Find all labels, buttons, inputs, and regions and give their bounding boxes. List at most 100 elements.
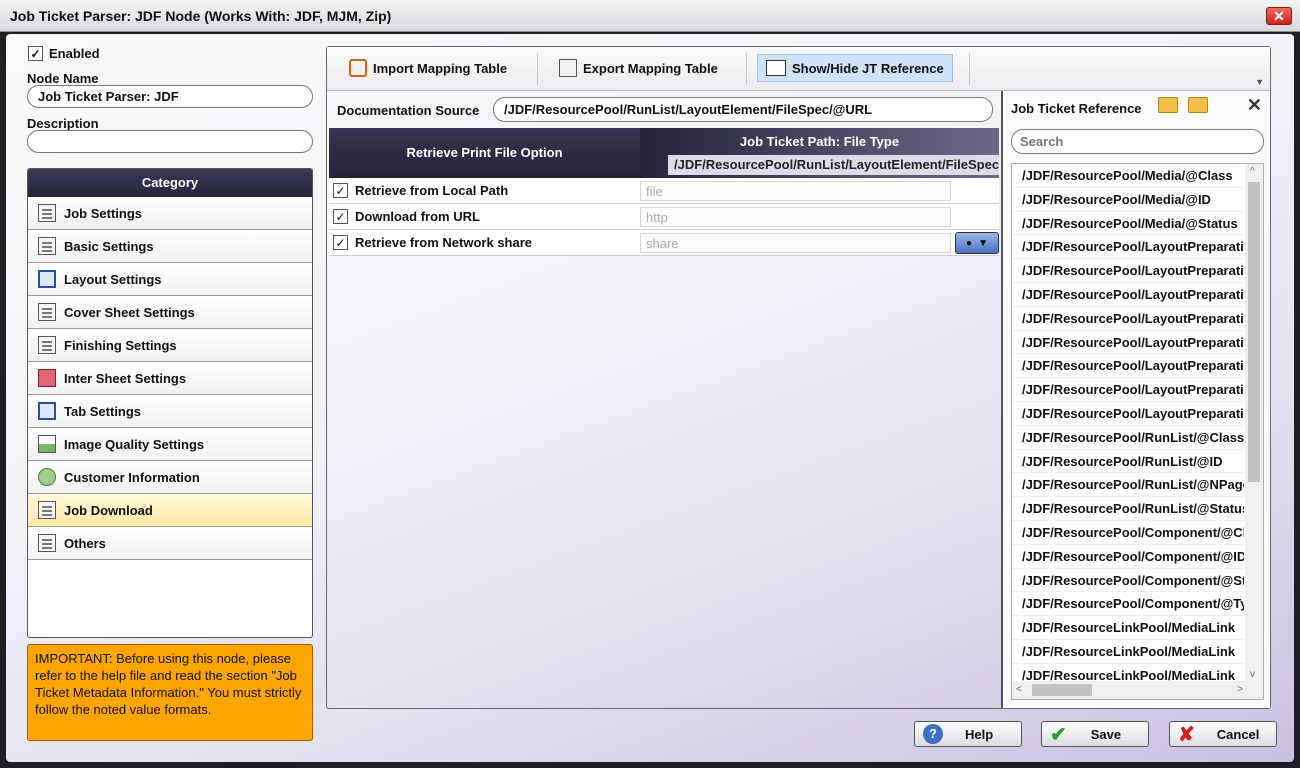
category-item-tab-settings[interactable]: Tab Settings <box>28 395 312 428</box>
jt-reference-title: Job Ticket Reference <box>1011 101 1142 116</box>
row-checkbox[interactable]: ✓ <box>333 183 348 198</box>
row-value-field[interactable]: share <box>640 233 951 253</box>
list-item[interactable]: /JDF/ResourcePool/Component/@Status <box>1012 569 1244 593</box>
list-item[interactable]: /JDF/ResourcePool/RunList/@NPage <box>1012 473 1244 498</box>
row-value-field[interactable]: file <box>640 181 951 201</box>
list-item[interactable]: /JDF/ResourcePool/LayoutPreparationParam… <box>1012 283 1244 307</box>
export-icon <box>559 59 577 77</box>
category-item-cover-sheet-settings[interactable]: Cover Sheet Settings <box>28 296 312 329</box>
toolbar-divider <box>537 53 538 85</box>
dialog-body: ✓ Enabled Node Name Job Ticket Parser: J… <box>6 34 1294 762</box>
category-item-job-settings[interactable]: Job Settings <box>28 197 312 230</box>
close-button[interactable]: ✕ <box>1266 7 1292 25</box>
table-row: ✓ Download from URL http <box>329 204 999 230</box>
jt-search-input[interactable]: Search <box>1011 129 1264 154</box>
save-button[interactable]: ✔ Save <box>1041 721 1149 747</box>
list-item[interactable]: /JDF/ResourcePool/LayoutPreparationParam… <box>1012 307 1244 331</box>
list-item[interactable]: /JDF/ResourcePool/LayoutPreparationParam… <box>1012 354 1244 379</box>
category-item-job-download[interactable]: Job Download <box>28 494 312 527</box>
cancel-label: Cancel <box>1216 726 1260 742</box>
node-name-field[interactable]: Job Ticket Parser: JDF <box>27 85 313 108</box>
close-icon[interactable]: ✕ <box>1247 95 1262 116</box>
open-folder-icon[interactable] <box>1158 97 1178 113</box>
show-hide-jt-reference-button[interactable]: Show/Hide JT Reference <box>757 54 953 82</box>
panel-icon <box>766 60 786 76</box>
row-option-label: Retrieve from Local Path <box>355 183 509 198</box>
horizontal-scrollbar[interactable]: < > <box>1012 681 1263 699</box>
jt-reference-icons <box>1158 97 1208 113</box>
scrollbar-thumb[interactable] <box>1032 684 1092 696</box>
category-label: Image Quality Settings <box>64 436 205 452</box>
column-path-value[interactable]: /JDF/ResourcePool/RunList/LayoutElement/… <box>668 155 999 175</box>
help-button[interactable]: ? Help <box>914 721 1022 747</box>
category-label: Basic Settings <box>64 238 154 254</box>
overflow-icon[interactable]: ▼ <box>1255 77 1264 87</box>
chevron-right-icon[interactable]: > <box>1237 684 1243 695</box>
document-icon <box>38 204 56 222</box>
list-item[interactable]: /JDF/ResourcePool/Media/@ID <box>1012 188 1244 212</box>
chevron-down-icon: ▼ <box>978 237 988 249</box>
list-item[interactable]: /JDF/ResourcePool/LayoutPreparationParam… <box>1012 235 1244 260</box>
export-mapping-table-button[interactable]: Export Mapping Table <box>551 54 726 82</box>
important-notice: IMPORTANT: Before using this node, pleas… <box>27 644 313 741</box>
category-item-customer-information[interactable]: Customer Information <box>28 461 312 494</box>
table-row: ✓ Retrieve from Network share share ● ▼ <box>329 230 999 256</box>
save-label: Save <box>1090 726 1122 742</box>
list-item[interactable]: /JDF/ResourcePool/Component/@ID <box>1012 545 1244 569</box>
cancel-button[interactable]: ✘ Cancel <box>1169 721 1277 747</box>
list-item[interactable]: /JDF/ResourcePool/Component/@Type <box>1012 592 1244 617</box>
category-label: Job Download <box>64 502 153 518</box>
description-field[interactable] <box>27 130 313 153</box>
vertical-scrollbar[interactable]: ^ v <box>1245 164 1263 682</box>
customer-icon <box>38 468 56 486</box>
list-item[interactable]: /JDF/ResourcePool/RunList/@Status <box>1012 497 1244 521</box>
table-row: ✓ Retrieve from Local Path file <box>329 178 999 204</box>
list-item[interactable]: /JDF/ResourcePool/Media/@Status <box>1012 212 1244 236</box>
list-item[interactable]: /JDF/ResourcePool/LayoutPreparationParam… <box>1012 331 1244 355</box>
list-item[interactable]: /JDF/ResourceLinkPool/MediaLink <box>1012 640 1244 664</box>
jt-reference-panel: Job Ticket Reference ✕ Search /JDF/Resou… <box>1001 91 1270 708</box>
enabled-label: Enabled <box>49 46 100 61</box>
folder-settings-icon[interactable] <box>1188 97 1208 113</box>
list-item[interactable]: /JDF/ResourcePool/RunList/@ID <box>1012 450 1244 474</box>
list-item[interactable]: /JDF/ResourcePool/Media/@Class <box>1012 164 1244 188</box>
list-item[interactable]: /JDF/ResourcePool/RunList/@Class <box>1012 426 1244 450</box>
chevron-up-icon[interactable]: ^ <box>1250 166 1255 177</box>
enabled-checkbox[interactable]: ✓ <box>28 46 43 61</box>
cover-sheet-icon <box>38 303 56 321</box>
column-header-path: Job Ticket Path: File Type /JDF/Resource… <box>640 128 999 178</box>
list-item[interactable]: /JDF/ResourceLinkPool/MediaLink <box>1012 616 1244 640</box>
category-item-layout-settings[interactable]: Layout Settings <box>28 263 312 296</box>
list-item[interactable]: /JDF/ResourcePool/LayoutPreparationParam… <box>1012 378 1244 402</box>
show-hide-label: Show/Hide JT Reference <box>792 60 944 76</box>
import-mapping-table-button[interactable]: Import Mapping Table <box>341 54 515 82</box>
scrollbar-thumb[interactable] <box>1248 182 1260 482</box>
category-label: Cover Sheet Settings <box>64 304 195 320</box>
chevron-down-icon[interactable]: v <box>1250 669 1255 680</box>
category-item-finishing-settings[interactable]: Finishing Settings <box>28 329 312 362</box>
column-header-option: Retrieve Print File Option <box>406 145 563 160</box>
category-item-others[interactable]: Others <box>28 527 312 560</box>
others-icon <box>38 534 56 552</box>
network-share-options-button[interactable]: ● ▼ <box>955 232 999 254</box>
list-item[interactable]: /JDF/ResourcePool/LayoutPreparationParam… <box>1012 259 1244 283</box>
category-item-image-quality-settings[interactable]: Image Quality Settings <box>28 428 312 461</box>
category-item-inter-sheet-settings[interactable]: Inter Sheet Settings <box>28 362 312 395</box>
title-bar: Job Ticket Parser: JDF Node (Works With:… <box>0 0 1300 32</box>
image-icon <box>38 435 56 453</box>
download-icon <box>38 501 56 519</box>
node-name-label: Node Name <box>27 71 99 86</box>
enabled-checkbox-row[interactable]: ✓ Enabled <box>28 46 100 61</box>
row-checkbox[interactable]: ✓ <box>333 235 348 250</box>
row-option-label: Download from URL <box>355 209 480 224</box>
row-checkbox[interactable]: ✓ <box>333 209 348 224</box>
list-icon <box>38 237 56 255</box>
category-item-basic-settings[interactable]: Basic Settings <box>28 230 312 263</box>
chevron-left-icon[interactable]: < <box>1016 684 1022 695</box>
list-item[interactable]: /JDF/ResourcePool/Component/@Class <box>1012 521 1244 545</box>
list-item[interactable]: /JDF/ResourcePool/LayoutPreparationParam… <box>1012 402 1244 426</box>
category-label: Finishing Settings <box>64 337 177 353</box>
row-value-field[interactable]: http <box>640 207 951 227</box>
toolbar: Import Mapping Table Export Mapping Tabl… <box>327 47 1270 91</box>
documentation-source-field[interactable]: /JDF/ResourcePool/RunList/LayoutElement/… <box>493 97 993 122</box>
